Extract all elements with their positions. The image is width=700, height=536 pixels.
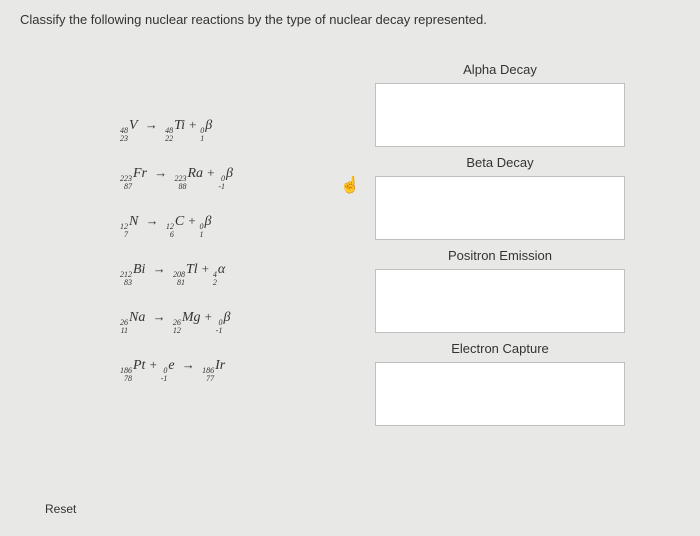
category-label: Positron Emission: [320, 248, 680, 263]
dropzone-electron-capture[interactable]: [375, 362, 625, 426]
dropzone-positron[interactable]: [375, 269, 625, 333]
reaction-item[interactable]: 4823V → 4822Ti + 01β: [120, 117, 300, 143]
categories-panel: Alpha Decay Beta Decay Positron Emission…: [320, 57, 680, 434]
reaction-item[interactable]: 21283Bi → 20881Tl + 42α: [120, 261, 300, 287]
dropzone-alpha[interactable]: [375, 83, 625, 147]
category-alpha: Alpha Decay: [320, 62, 680, 147]
category-label: Beta Decay: [320, 155, 680, 170]
reactions-list: 4823V → 4822Ti + 01β 22387Fr → 22388Ra +…: [20, 57, 300, 434]
reaction-item[interactable]: 127N → 126C + 01β: [120, 213, 300, 239]
reset-button[interactable]: Reset: [45, 502, 76, 516]
category-label: Alpha Decay: [320, 62, 680, 77]
category-electron-capture: Electron Capture: [320, 341, 680, 426]
category-beta: Beta Decay: [320, 155, 680, 240]
dropzone-beta[interactable]: [375, 176, 625, 240]
reaction-item[interactable]: 22387Fr → 22388Ra + 0-1β: [120, 165, 300, 191]
category-label: Electron Capture: [320, 341, 680, 356]
reaction-item[interactable]: 18678Pt + 0-1e → 18677Ir: [120, 357, 300, 383]
reaction-item[interactable]: 2611Na → 2612Mg + 0-1β: [120, 309, 300, 335]
question-text: Classify the following nuclear reactions…: [20, 12, 680, 27]
category-positron: Positron Emission: [320, 248, 680, 333]
content-area: 4823V → 4822Ti + 01β 22387Fr → 22388Ra +…: [20, 57, 680, 434]
